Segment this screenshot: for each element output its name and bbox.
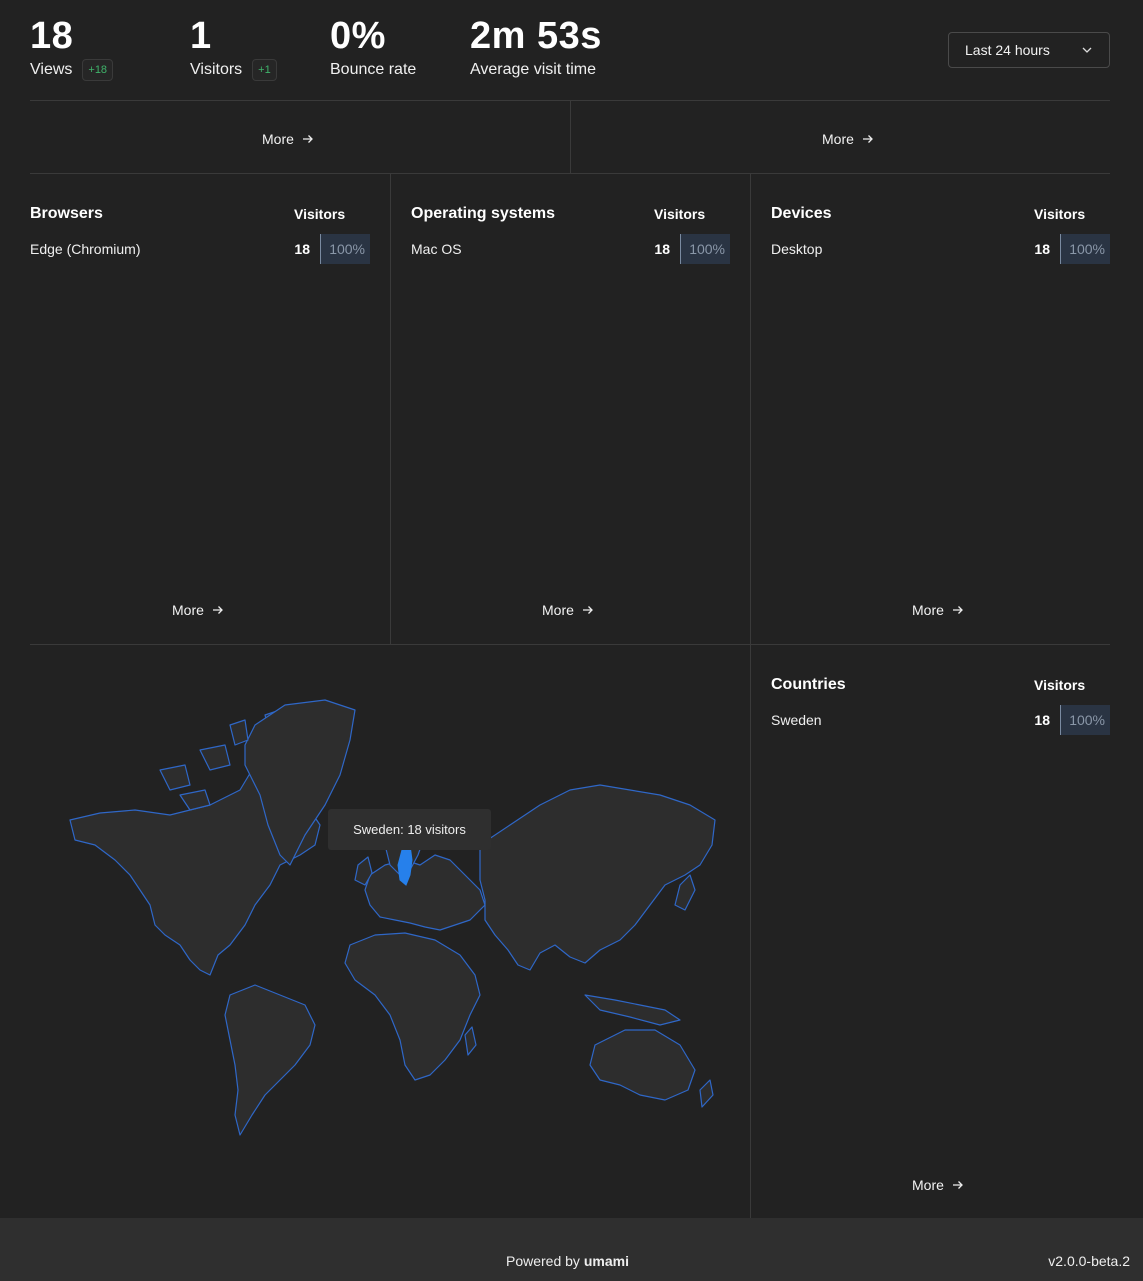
- more-button-browsers[interactable]: More: [172, 602, 224, 618]
- country-europe[interactable]: [364, 854, 486, 931]
- device-row-percent: 100%: [1060, 234, 1110, 264]
- divider: [30, 644, 1110, 645]
- os-column-header: Visitors: [654, 206, 706, 222]
- country-africa[interactable]: [344, 932, 481, 1081]
- metric-value: 18: [30, 15, 74, 57]
- more-button-devices[interactable]: More: [912, 602, 964, 618]
- device-row-count: 18: [1034, 241, 1050, 257]
- powered-by[interactable]: Powered by umami: [506, 1253, 629, 1269]
- more-button-countries[interactable]: More: [912, 1177, 964, 1193]
- app-version: v2.0.0-beta.2: [1048, 1253, 1130, 1269]
- divider: [390, 173, 391, 644]
- divider: [750, 173, 751, 1218]
- country-japan[interactable]: [674, 874, 696, 911]
- os-title: Operating systems: [411, 205, 556, 222]
- os-row-label[interactable]: Mac OS: [411, 241, 462, 257]
- device-row-label[interactable]: Desktop: [771, 241, 822, 257]
- os-row-count: 18: [654, 241, 670, 257]
- country-madagascar[interactable]: [464, 1026, 477, 1056]
- metric-value: 2m 53s: [470, 15, 602, 57]
- country-new-zealand[interactable]: [699, 1079, 714, 1108]
- country-row-percent: 100%: [1060, 705, 1110, 735]
- country-asia[interactable]: [479, 784, 716, 971]
- chevron-down-icon: [1082, 47, 1092, 53]
- footer: Powered by umami v2.0.0-beta.2: [0, 1218, 1143, 1281]
- metric-average-visit-time: 2m 53s Average visit time: [470, 14, 602, 81]
- world-map[interactable]: [40, 695, 720, 1140]
- metric-change-badge: +1: [252, 59, 277, 81]
- arrow-right-icon: [862, 135, 873, 143]
- countries-title: Countries: [771, 676, 846, 693]
- map-tooltip: Sweden: 18 visitors: [328, 809, 491, 850]
- world-map-svg[interactable]: [40, 695, 720, 1140]
- arrow-right-icon: [302, 135, 313, 143]
- devices-column-header: Visitors: [1034, 206, 1086, 222]
- divider: [570, 100, 571, 173]
- browsers-title: Browsers: [30, 205, 103, 222]
- divider: [30, 173, 1110, 174]
- arrow-right-icon: [582, 606, 593, 614]
- metric-label: Visitors: [190, 61, 243, 78]
- metric-label: Average visit time: [470, 61, 596, 78]
- metric-label: Views: [30, 61, 73, 78]
- arrow-right-icon: [212, 606, 223, 614]
- more-button-pages[interactable]: More: [262, 131, 314, 147]
- browser-row-count: 18: [294, 241, 310, 257]
- country-south-america[interactable]: [224, 984, 316, 1136]
- country-indonesia[interactable]: [584, 994, 681, 1026]
- country-row-count: 18: [1034, 712, 1050, 728]
- country-australia[interactable]: [589, 1029, 696, 1101]
- browser-row-label[interactable]: Edge (Chromium): [30, 241, 140, 257]
- more-button-referrers[interactable]: More: [822, 131, 874, 147]
- date-range-value: Last 24 hours: [965, 42, 1050, 58]
- brand-link[interactable]: umami: [584, 1253, 629, 1269]
- devices-title: Devices: [771, 205, 832, 222]
- metric-visitors: 1 Visitors +1: [190, 14, 277, 81]
- arrow-right-icon: [952, 606, 963, 614]
- metric-value: 0%: [330, 15, 386, 57]
- browser-row-percent: 100%: [320, 234, 370, 264]
- arrow-right-icon: [952, 1181, 963, 1189]
- more-button-os[interactable]: More: [542, 602, 594, 618]
- browsers-column-header: Visitors: [294, 206, 346, 222]
- country-row-label[interactable]: Sweden: [771, 712, 822, 728]
- metric-views: 18 Views +18: [30, 14, 114, 81]
- metric-value: 1: [190, 15, 212, 57]
- os-row-percent: 100%: [680, 234, 730, 264]
- date-range-select[interactable]: Last 24 hours: [948, 32, 1110, 68]
- countries-column-header: Visitors: [1034, 677, 1086, 693]
- metric-label: Bounce rate: [330, 61, 417, 78]
- metric-change-badge: +18: [82, 59, 114, 81]
- metric-bounce-rate: 0% Bounce rate: [330, 14, 416, 81]
